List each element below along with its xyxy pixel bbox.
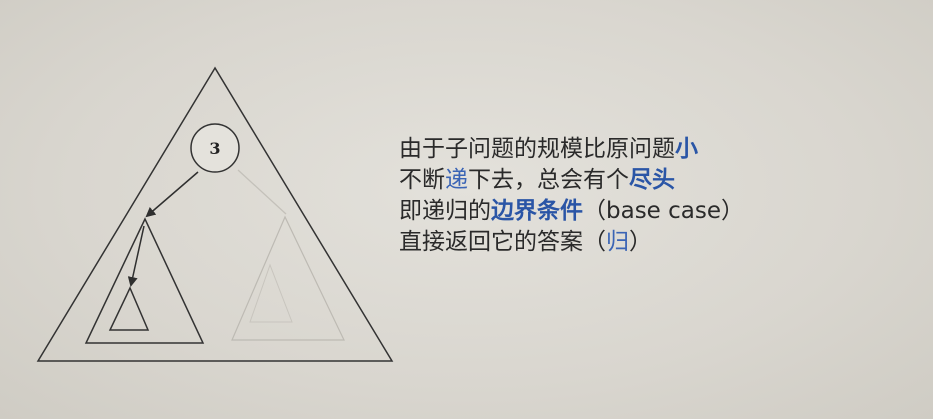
line2-highlight-light: 递: [445, 167, 468, 193]
arrow-to-subproblem: [145, 171, 199, 218]
line4-text-a: 直接返回它的答案（: [399, 229, 606, 255]
line4-highlight-light: 归: [606, 229, 629, 255]
line2-highlight: 尽头: [629, 167, 675, 193]
slide-background: 3 由于子问题的规模比原问题小 不断递下去，总会有个尽头 即递归的边界条件（ba…: [0, 0, 933, 419]
line4-text-b: ）: [629, 229, 652, 255]
line3-highlight: 边界条件: [491, 198, 583, 224]
explanation-line-4: 直接返回它的答案（归）: [399, 227, 919, 258]
middle-triangle-left: [84, 217, 205, 344]
line1-text: 由于子问题的规模比原问题: [399, 136, 675, 162]
faded-inner-triangle-right: [249, 263, 293, 323]
outer-triangle: [36, 66, 394, 362]
line3-text-b: （base case）: [583, 198, 745, 224]
line3-text-a: 即递归的: [399, 198, 491, 224]
tree-node-label: 3: [209, 139, 220, 158]
inner-triangle-left: [108, 286, 150, 331]
faded-arrow-right: [237, 169, 287, 215]
explanation-line-1: 由于子问题的规模比原问题小: [399, 134, 919, 165]
explanation-line-2: 不断递下去，总会有个尽头: [399, 165, 919, 196]
line2-text-a: 不断: [399, 167, 445, 193]
line2-text-b: 下去，总会有个: [468, 167, 629, 193]
explanation-text: 由于子问题的规模比原问题小 不断递下去，总会有个尽头 即递归的边界条件（base…: [399, 134, 919, 258]
line1-highlight: 小: [675, 136, 698, 162]
explanation-line-3: 即递归的边界条件（base case）: [399, 196, 919, 227]
